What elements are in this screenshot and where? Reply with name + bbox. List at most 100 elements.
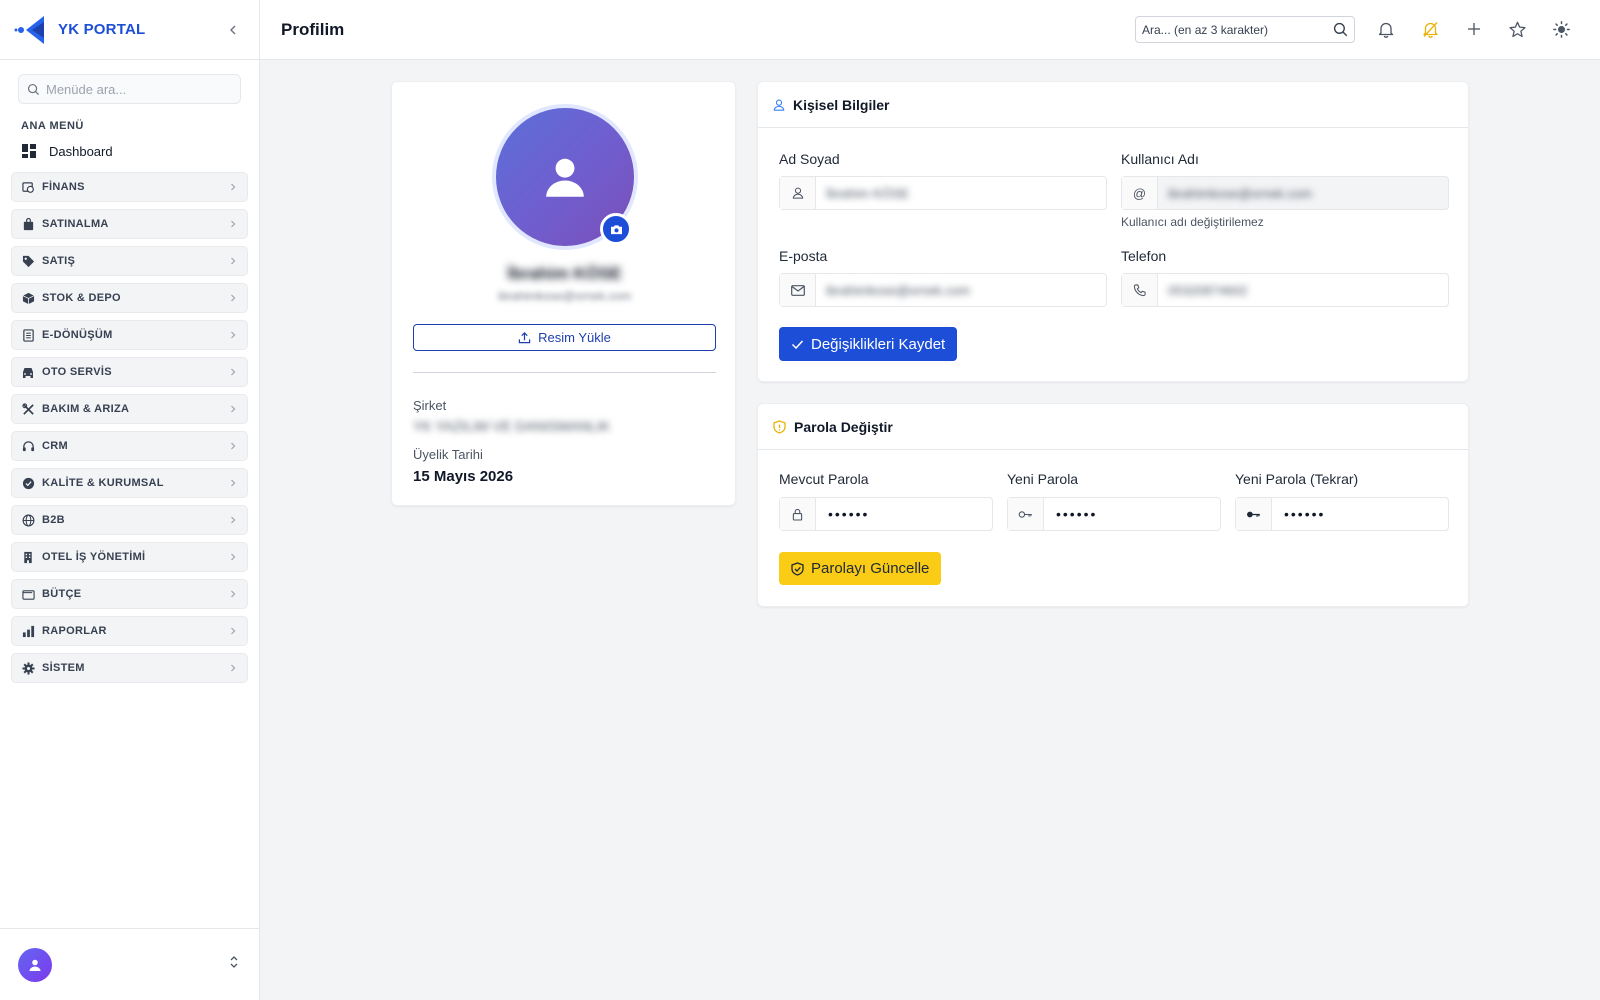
sidebar-item-label: FİNANS [42,181,85,193]
upload-photo-label: Resim Yükle [538,330,611,345]
username-input: ibrahimkose@ornek.com [1168,185,1312,201]
fullname-input[interactable]: İbrahim KÖSE [816,177,1106,209]
star-icon [1508,21,1526,37]
plus-icon [1468,23,1480,35]
user-icon [29,959,41,971]
chevron-right-icon [231,590,236,598]
sidebar-item-b2b[interactable]: B2B [11,505,248,535]
chevron-right-icon [231,257,236,265]
username-hint: Kullanıcı adı değiştirilemez [1121,215,1264,229]
avatar[interactable] [18,947,52,982]
headset-icon [22,440,34,451]
brand-name: YK PORTAL [58,21,146,38]
member-since-value: 15 Mayıs 2026 [413,468,514,485]
shield-icon [773,419,786,434]
upload-icon [518,332,531,344]
gear-icon [21,661,35,675]
current-password-label: Mevcut Parola [779,471,869,487]
username-field: @ ibrahimkose@ornek.com [1121,176,1449,210]
sidebar-item-e-donusum[interactable]: E-DÖNÜŞÜM [11,320,248,350]
current-password-input[interactable]: •••••• [828,506,869,522]
username-label: Kullanıcı Adı [1121,151,1199,167]
user-icon [546,158,584,197]
sidebar-item-otel-is-yonetimi[interactable]: OTEL İŞ YÖNETİMİ [11,542,248,572]
confirm-password-field[interactable]: •••••• [1235,497,1449,531]
menu-search[interactable] [18,74,241,104]
phone-field[interactable]: 05320874602 [1121,273,1449,307]
chevron-right-icon [231,183,236,191]
fullname-field[interactable]: İbrahim KÖSE [779,176,1107,210]
sidebar-item-raporlar[interactable]: RAPORLAR [11,616,248,646]
badge-check-icon [22,477,34,489]
sidebar-item-finans[interactable]: FİNANS [11,172,248,202]
building-icon [24,551,32,563]
email-input[interactable]: ibrahimkose@ornek.com [816,274,1106,306]
global-search[interactable] [1135,16,1355,43]
lock-icon [792,508,803,521]
confirm-password-addon [1236,498,1272,530]
camera-icon [610,224,622,234]
new-password-label: Yeni Parola [1007,471,1079,487]
sidebar-item-label: OTO SERVİS [42,366,112,378]
bell-icon [1378,22,1394,38]
save-changes-button[interactable]: Değişiklikleri Kaydet [779,327,958,361]
collapse-sidebar-button[interactable] [221,18,245,42]
chevron-right-icon [231,368,236,376]
update-password-button[interactable]: Parolayı Güncelle [779,552,942,585]
global-search-input[interactable] [1142,22,1322,37]
sidebar-item-butce[interactable]: BÜTÇE [11,579,248,609]
sidebar-item-crm[interactable]: CRM [11,431,248,461]
personal-info-card: Kişisel Bilgiler Ad Soyad İbrahim KÖSE K… [757,81,1469,382]
theme-toggle-button[interactable] [1551,19,1571,39]
sidebar-item-satinalma[interactable]: SATINALMA [11,209,248,239]
sidebar-item-stok-depo[interactable]: STOK & DEPO [11,283,248,313]
sidebar-item-oto-servis[interactable]: OTO SERVİS [11,357,248,387]
favorites-button[interactable] [1507,19,1527,39]
sidebar-item-label: BÜTÇE [42,588,82,600]
user-menu-toggle[interactable] [229,955,239,974]
email-field[interactable]: ibrahimkose@ornek.com [779,273,1107,307]
add-button[interactable] [1464,19,1484,39]
username-prefix: @ [1122,177,1158,209]
user-icon [773,99,785,111]
globe-icon [22,514,34,526]
user-menu[interactable] [0,928,259,1000]
chevron-right-icon [231,294,236,302]
sidebar-item-bakim-ariza[interactable]: BAKIM & ARIZA [11,394,248,424]
card-title: Kişisel Bilgiler [793,96,890,113]
sidebar-item-dashboard[interactable]: Dashboard [22,136,259,166]
chevron-right-icon [231,516,236,524]
sun-icon [1552,20,1570,38]
notifications-button[interactable] [1376,19,1396,39]
sidebar-item-label: E-DÖNÜŞÜM [42,329,113,341]
sidebar-item-label: SİSTEM [42,662,85,674]
current-password-field[interactable]: •••••• [779,497,993,531]
sidebar-item-label: CRM [42,440,68,452]
wallet-icon [21,589,35,600]
save-changes-label: Değişiklikleri Kaydet [811,335,946,353]
section-title: ANA MENÜ [21,120,84,132]
new-password-input[interactable]: •••••• [1056,506,1097,522]
sidebar-item-sistem[interactable]: SİSTEM [11,653,248,683]
confirm-password-input[interactable]: •••••• [1284,506,1325,522]
sidebar-menu: FİNANS SATINALMA SATIŞ STOK & DEPO E-DÖN… [11,172,248,683]
new-password-field[interactable]: •••••• [1007,497,1221,531]
update-password-label: Parolayı Güncelle [811,560,930,577]
key-filled-icon [1247,511,1260,517]
sidebar-item-satis[interactable]: SATIŞ [11,246,248,276]
tag-icon [22,255,34,267]
topbar: Profilim [260,0,1600,60]
brand-logo-icon[interactable] [14,14,50,46]
chevron-left-icon [230,25,236,34]
phone-input[interactable]: 05320874602 [1158,274,1448,306]
upload-photo-button[interactable]: Resim Yükle [413,324,716,351]
card-header: Parola Değiştir [758,404,1468,450]
mute-notifications-button[interactable] [1420,19,1440,39]
search-icon[interactable] [1333,22,1348,37]
sidebar-item-kalite-kurumsal[interactable]: KALİTE & KURUMSAL [11,468,248,498]
search-icon [27,83,40,95]
menu-search-input[interactable] [46,81,226,97]
sidebar-item-label: RAPORLAR [42,625,107,637]
change-photo-button[interactable] [600,213,632,245]
company-value: YK YAZILIM VE DANISMANLIK [413,418,611,434]
